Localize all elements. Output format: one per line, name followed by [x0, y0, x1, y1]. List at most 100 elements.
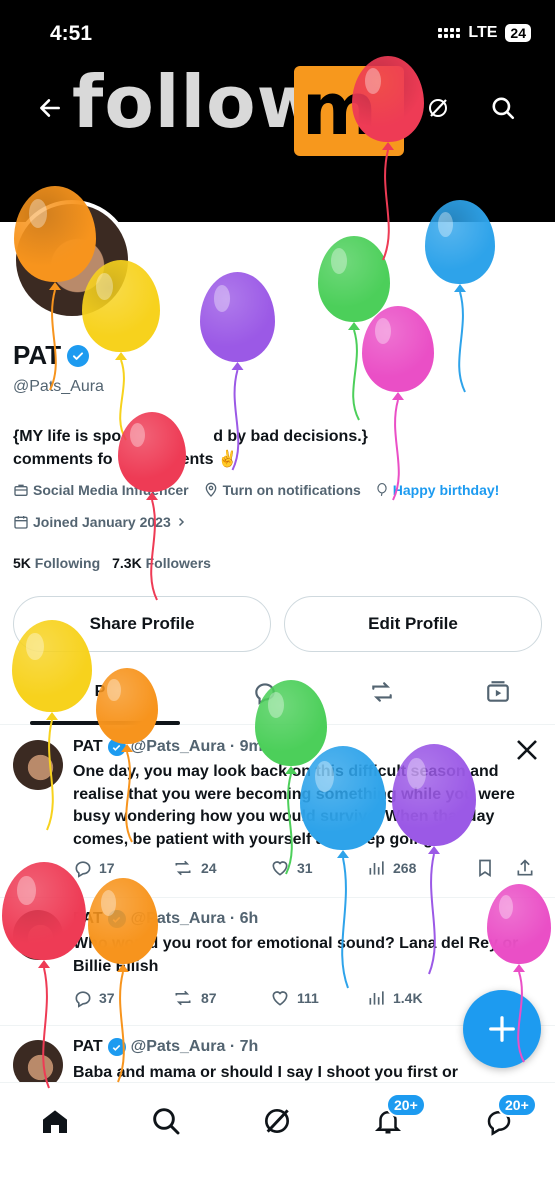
nav-grok[interactable]	[257, 1101, 297, 1141]
share-icon	[517, 859, 533, 876]
post-header: PAT @Pats_Aura · 9m	[73, 738, 263, 756]
reply-button[interactable]: 17	[73, 858, 171, 878]
following-stat[interactable]: 5K Following	[13, 555, 100, 571]
bio-line-2-tail: ents ✌	[180, 451, 238, 468]
nav-notifications[interactable]: 20+	[368, 1093, 426, 1141]
nav-search[interactable]	[146, 1101, 186, 1141]
bookmark-button[interactable]	[475, 858, 515, 878]
post-handle: @Pats_Aura · 6h	[130, 910, 259, 927]
avatar[interactable]	[13, 910, 63, 960]
post-handle: @Pats_Aura · 7h	[130, 1038, 259, 1055]
messages-badge: 20+	[497, 1093, 537, 1117]
reply-button[interactable]: 37	[73, 988, 171, 1008]
follow-stats: 5K Following 7.3K Followers	[13, 555, 211, 571]
bio-line-2: comments fo	[13, 451, 113, 468]
profile-avatar[interactable]	[12, 200, 132, 320]
search-icon	[492, 97, 515, 120]
repost-icon	[372, 682, 392, 702]
tab-replies[interactable]	[250, 677, 280, 707]
birthday-item[interactable]: Happy birthday!	[375, 482, 500, 498]
nav-messages[interactable]: 20+	[479, 1093, 537, 1141]
grok-icon	[429, 99, 447, 117]
profile-meta: Social Media Influencer Turn on notifica…	[13, 482, 499, 498]
briefcase-icon	[14, 484, 28, 496]
balloon-icon	[377, 483, 387, 496]
heart-icon	[272, 861, 288, 876]
grok-button[interactable]	[418, 88, 458, 128]
notifications-badge: 20+	[386, 1093, 426, 1117]
banner-logo-box: m	[294, 66, 404, 156]
tab-reposts[interactable]	[362, 677, 402, 707]
banner-text: follow	[72, 60, 325, 144]
bookmark-icon	[479, 859, 491, 878]
tab-posts[interactable]: P	[80, 677, 120, 707]
post-1[interactable]: PAT @Pats_Aura · 9m One day, you may loo…	[0, 726, 555, 898]
views-button[interactable]: 1.4K	[367, 988, 475, 1008]
status-time: 4:51	[50, 22, 93, 45]
signal-icon	[438, 28, 461, 38]
share-button[interactable]	[515, 858, 535, 878]
joined-date[interactable]: Joined January 2023	[13, 514, 187, 530]
following-label: Following	[34, 555, 101, 571]
repost-button[interactable]: 24	[171, 858, 269, 878]
like-button[interactable]: 111	[269, 988, 367, 1008]
joined-label: Joined January 2023	[33, 514, 171, 530]
following-count: 5K	[13, 555, 31, 571]
post-header: PAT @Pats_Aura · 7h	[73, 1038, 258, 1056]
nav-home[interactable]	[35, 1101, 75, 1141]
location-icon	[205, 482, 216, 497]
search-button[interactable]	[483, 88, 523, 128]
verified-icon	[67, 344, 90, 367]
back-arrow-icon	[40, 99, 60, 117]
tab-media[interactable]	[478, 677, 518, 707]
share-profile-button[interactable]: Share Profile	[13, 596, 271, 652]
views-button[interactable]: 268	[367, 858, 475, 878]
status-indicators: LTE 24	[438, 24, 531, 42]
profile-name-row: PAT	[13, 340, 90, 371]
balloon-icon	[425, 200, 495, 394]
heart-icon	[272, 991, 288, 1006]
followers-label: Followers	[145, 555, 211, 571]
verified-icon	[107, 738, 126, 756]
edit-profile-button[interactable]: Edit Profile	[284, 596, 542, 652]
repost-button[interactable]: 87	[171, 988, 269, 1008]
notifications-label[interactable]: Turn on notifications	[223, 482, 361, 498]
repost-icon	[175, 990, 191, 1006]
reply-icon	[75, 991, 91, 1008]
post-author: PAT	[73, 1038, 103, 1055]
views-icon	[369, 991, 384, 1005]
post-handle: @Pats_Aura · 9m	[130, 738, 263, 755]
followers-stat[interactable]: 7.3K Followers	[112, 555, 211, 571]
profile-name: PAT	[13, 340, 62, 370]
category-item: Social Media Influencer	[13, 482, 189, 498]
profile-bio: {MY life is spo d by bad decisions.} comm…	[13, 425, 533, 471]
back-button[interactable]	[30, 88, 70, 128]
notifications-item[interactable]: Turn on notifications	[203, 482, 361, 498]
post-actions: 17 24 31 268	[73, 858, 543, 878]
reply-count: 37	[99, 990, 115, 1006]
profile-handle: @Pats_Aura	[13, 378, 104, 395]
avatar[interactable]	[13, 1040, 63, 1082]
profile-tabs: P	[0, 665, 555, 725]
followers-count: 7.3K	[112, 555, 142, 571]
reply-icon	[255, 683, 275, 705]
reply-icon	[75, 861, 91, 878]
balloon-icon	[318, 236, 390, 422]
post-text: One day, you may look back on this diffi…	[73, 763, 515, 848]
like-button[interactable]: 31	[269, 858, 367, 878]
repost-count: 87	[201, 990, 217, 1006]
like-count: 111	[297, 990, 319, 1006]
compose-button[interactable]	[463, 990, 541, 1068]
bio-line-1: {MY life is spo	[13, 428, 122, 445]
views-count: 268	[393, 860, 417, 876]
views-count: 1.4K	[393, 990, 423, 1006]
tab-active-indicator	[30, 721, 180, 725]
media-icon	[487, 681, 509, 702]
bio-line-1-tail: d by bad decisions.}	[213, 428, 368, 445]
battery-icon: 24	[505, 24, 531, 42]
verified-icon	[107, 1038, 126, 1056]
bottom-nav: 20+ 20+	[0, 1082, 555, 1200]
birthday-link[interactable]: Happy birthday!	[393, 482, 500, 498]
verified-icon	[107, 910, 126, 928]
avatar[interactable]	[13, 740, 63, 790]
